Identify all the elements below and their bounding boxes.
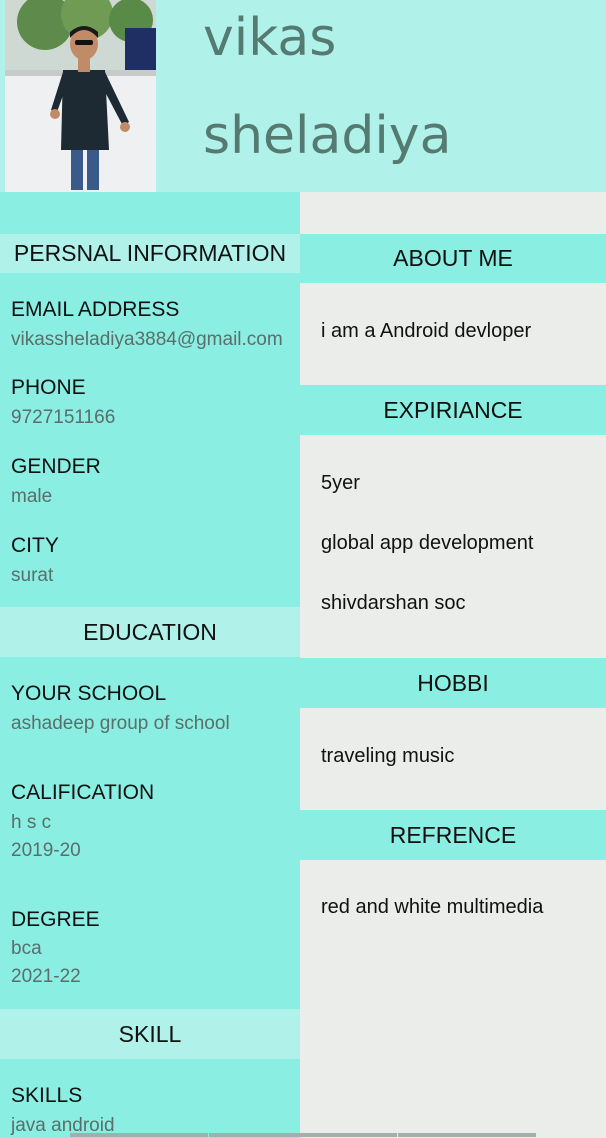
city-label: CITY <box>11 534 59 557</box>
calification-year: 2019-20 <box>11 840 81 861</box>
profile-header: vikas sheladiya <box>0 0 606 192</box>
first-name: vikas <box>203 8 337 68</box>
calification-label: CALIFICATION <box>11 781 155 804</box>
section-header-reference: REFRENCE <box>300 810 606 860</box>
reference-text: red and white multimedia <box>321 896 544 918</box>
calification-value: h s c <box>11 812 52 833</box>
section-header-experience: EXPIRIANCE <box>300 385 606 435</box>
experience-address: shivdarshan soc <box>321 592 466 614</box>
bottom-edge <box>0 1133 606 1138</box>
section-header-hobby: HOBBI <box>300 658 606 708</box>
gender-value: male <box>11 486 53 507</box>
email-value: vikassheladiya3884@gmail.com <box>11 329 283 350</box>
experience-company: global app development <box>321 532 534 554</box>
section-header-about: ABOUT ME <box>300 234 606 283</box>
last-name: sheladiya <box>203 106 452 166</box>
section-header-education: EDUCATION <box>0 607 300 657</box>
degree-year: 2021-22 <box>11 966 81 987</box>
experience-years: 5yer <box>321 472 360 494</box>
degree-label: DEGREE <box>11 908 100 931</box>
school-label: YOUR SCHOOL <box>11 682 167 705</box>
section-header-skill: SKILL <box>0 1009 300 1059</box>
left-top-strip <box>0 195 300 233</box>
skills-label: SKILLS <box>11 1084 83 1107</box>
school-value: ashadeep group of school <box>11 713 230 734</box>
phone-label: PHONE <box>11 376 86 399</box>
profile-photo <box>5 0 156 192</box>
section-header-personal: PERSNAL INFORMATION <box>0 234 300 273</box>
city-value: surat <box>11 565 54 586</box>
phone-value: 9727151166 <box>11 407 116 428</box>
hobby-text: traveling music <box>321 745 455 767</box>
degree-value: bca <box>11 938 42 959</box>
about-text: i am a Android devloper <box>321 320 532 342</box>
person-photo-icon <box>5 0 156 192</box>
email-label: EMAIL ADDRESS <box>11 298 180 321</box>
gender-label: GENDER <box>11 455 101 478</box>
